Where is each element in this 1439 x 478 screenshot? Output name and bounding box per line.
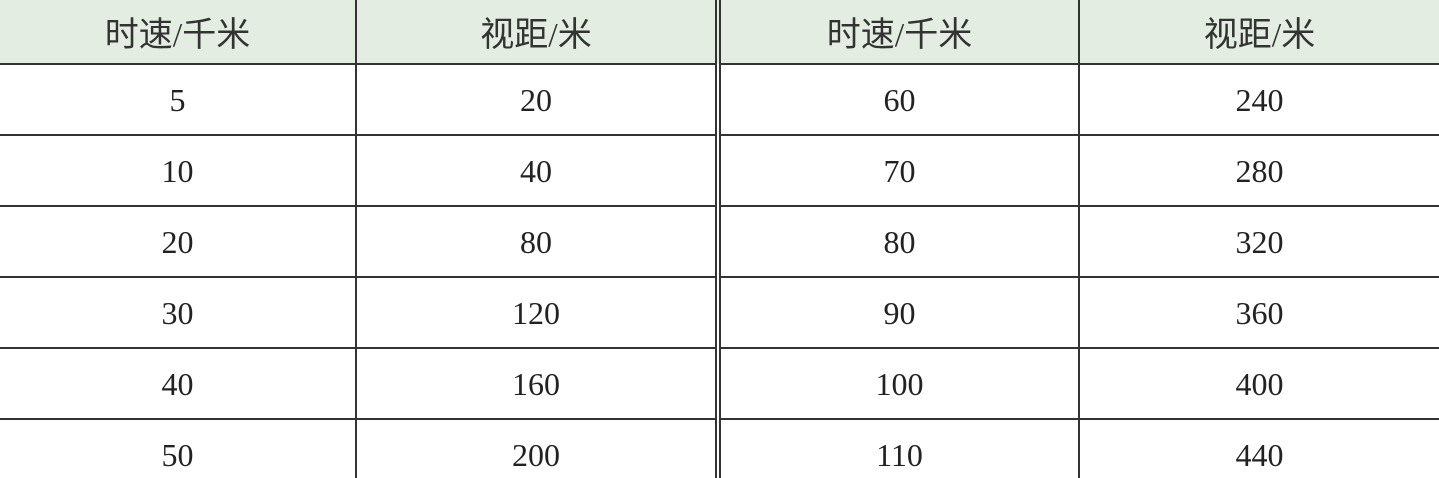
cell-distance: 20 <box>355 64 721 136</box>
speed-sight-distance-table-container: 时速/千米 视距/米 时速/千米 视距/米 5 20 60 240 10 40 … <box>0 0 1439 478</box>
cell-distance: 360 <box>1078 277 1439 349</box>
cell-distance: 320 <box>1078 206 1439 278</box>
cell-distance: 120 <box>355 277 721 349</box>
header-speed-right: 时速/千米 <box>717 0 1080 65</box>
header-distance-right: 视距/米 <box>1078 0 1439 65</box>
table-header: 时速/千米 视距/米 时速/千米 视距/米 <box>0 0 1439 65</box>
cell-distance: 400 <box>1078 348 1439 420</box>
cell-speed: 50 <box>0 419 357 478</box>
cell-speed: 80 <box>717 206 1080 278</box>
cell-distance: 160 <box>355 348 721 420</box>
table-row: 20 80 80 320 <box>0 206 1439 278</box>
table-row: 5 20 60 240 <box>0 64 1439 136</box>
cell-distance: 80 <box>355 206 721 278</box>
cell-speed: 100 <box>717 348 1080 420</box>
cell-distance: 280 <box>1078 135 1439 207</box>
table-row: 10 40 70 280 <box>0 135 1439 207</box>
table-row: 30 120 90 360 <box>0 277 1439 349</box>
header-row: 时速/千米 视距/米 时速/千米 视距/米 <box>0 0 1439 65</box>
cell-speed: 90 <box>717 277 1080 349</box>
cell-speed: 110 <box>717 419 1080 478</box>
header-distance-left: 视距/米 <box>355 0 721 65</box>
cell-speed: 10 <box>0 135 357 207</box>
cell-distance: 240 <box>1078 64 1439 136</box>
cell-speed: 20 <box>0 206 357 278</box>
table-body: 5 20 60 240 10 40 70 280 20 80 80 320 30… <box>0 64 1439 478</box>
cell-speed: 30 <box>0 277 357 349</box>
table-row: 40 160 100 400 <box>0 348 1439 420</box>
cell-distance: 200 <box>355 419 721 478</box>
cell-speed: 60 <box>717 64 1080 136</box>
cell-speed: 40 <box>0 348 357 420</box>
cell-speed: 70 <box>717 135 1080 207</box>
cell-distance: 440 <box>1078 419 1439 478</box>
table-row: 50 200 110 440 <box>0 419 1439 478</box>
header-speed-left: 时速/千米 <box>0 0 357 65</box>
speed-sight-distance-table: 时速/千米 视距/米 时速/千米 视距/米 5 20 60 240 10 40 … <box>0 0 1439 478</box>
cell-speed: 5 <box>0 64 357 136</box>
cell-distance: 40 <box>355 135 721 207</box>
